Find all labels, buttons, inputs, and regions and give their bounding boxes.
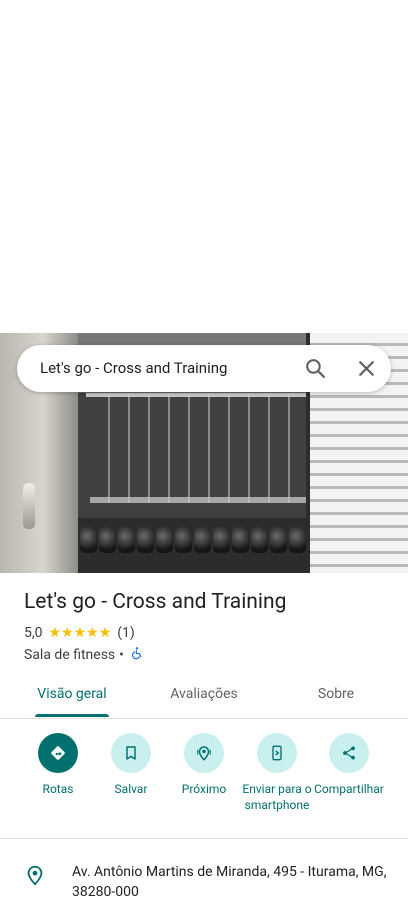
bookmark-icon xyxy=(111,733,151,773)
send-to-phone-icon xyxy=(257,733,297,773)
rating-row[interactable]: 5,0 ★★★★★ (1) xyxy=(24,625,135,641)
nearby-label: Próximo xyxy=(181,782,227,796)
tab-bar: Visão geral Avaliações Sobre xyxy=(0,672,408,719)
search-icon[interactable] xyxy=(303,356,328,381)
search-input[interactable]: Let's go - Cross and Training xyxy=(40,345,227,392)
save-label: Salvar xyxy=(114,782,148,796)
location-pin-icon xyxy=(24,863,46,887)
separator: • xyxy=(119,647,124,663)
tab-reviews[interactable]: Avaliações xyxy=(154,672,254,716)
category-row: Sala de fitness • xyxy=(24,646,144,664)
rating-stars: ★★★★★ xyxy=(48,625,112,641)
share-label: Compartilhar xyxy=(314,782,384,796)
share-button[interactable]: Compartilhar xyxy=(311,730,387,797)
place-category[interactable]: Sala de fitness xyxy=(24,647,115,663)
directions-icon xyxy=(38,733,78,773)
tab-active-indicator xyxy=(35,714,109,717)
place-title: Let's go - Cross and Training xyxy=(24,590,287,614)
tab-overview[interactable]: Visão geral xyxy=(22,672,122,716)
reviews-count[interactable]: (1) xyxy=(117,625,135,641)
save-button[interactable]: Salvar xyxy=(93,730,169,797)
wheelchair-icon xyxy=(130,646,144,664)
send-to-phone-label: Enviar para o smartphone xyxy=(242,782,312,812)
directions-label: Rotas xyxy=(42,782,74,796)
rating-value: 5,0 xyxy=(24,625,43,641)
map-blank-area xyxy=(0,0,408,333)
share-icon xyxy=(329,733,369,773)
tab-about[interactable]: Sobre xyxy=(296,672,376,716)
address-row[interactable]: Av. Antônio Martins de Miranda, 495 - It… xyxy=(0,850,408,906)
send-to-phone-button[interactable]: Enviar para o smartphone xyxy=(239,730,315,813)
nearby-button[interactable]: Próximo xyxy=(166,730,242,797)
directions-button[interactable]: Rotas xyxy=(20,730,96,797)
action-buttons: Rotas Salvar Próximo Enviar para o smart… xyxy=(0,730,408,839)
close-icon[interactable] xyxy=(354,356,379,381)
nearby-icon xyxy=(184,733,224,773)
search-bar[interactable]: Let's go - Cross and Training xyxy=(17,345,391,392)
address-text: Av. Antônio Martins de Miranda, 495 - It… xyxy=(72,864,387,900)
